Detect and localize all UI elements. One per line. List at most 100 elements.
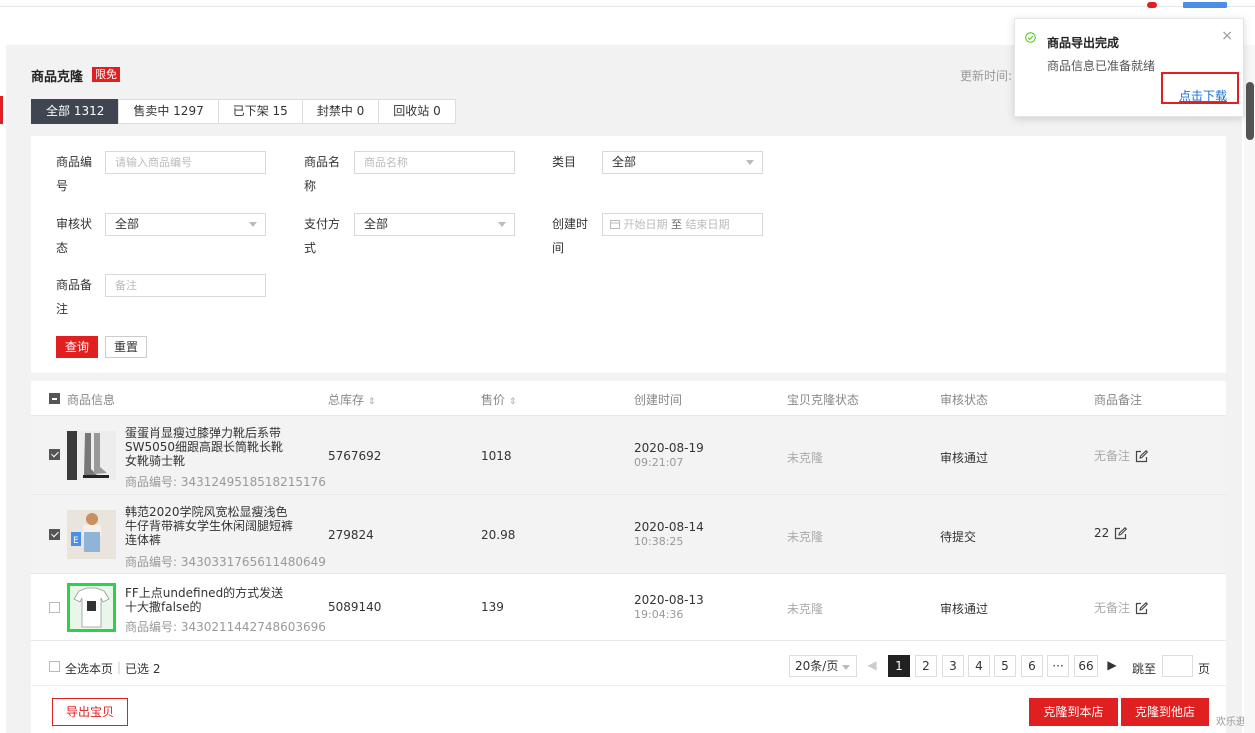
product-name[interactable]: 蛋蛋肖显瘦过膝弹力靴后系带SW5050细跟高跟长筒靴长靴女靴骑士靴 [125, 426, 295, 468]
audit-select[interactable]: 全部 [105, 213, 266, 236]
code-input[interactable]: 请输入商品编号 [105, 151, 266, 174]
chevron-down-icon [498, 222, 506, 227]
query-button[interactable]: 查询 [56, 336, 98, 358]
reset-button[interactable]: 重置 [105, 336, 147, 358]
header-checkbox[interactable] [49, 393, 60, 404]
date-start: 开始日期 [623, 218, 668, 231]
clone-to-own-store-button[interactable]: 克隆到本店 [1029, 698, 1118, 726]
free-badge: 限免 [92, 67, 120, 82]
export-notification: 商品导出完成 × 商品信息已准备就绪 点击下载 [1014, 18, 1244, 117]
row-checkbox[interactable] [49, 449, 60, 460]
sort-icon: ⇕ [508, 397, 517, 407]
product-image[interactable]: E [67, 510, 116, 559]
created-date: 2020-08-13 [634, 593, 704, 607]
created-time: 19:04:36 [634, 608, 684, 621]
update-time-label: 更新时间: [960, 69, 1013, 83]
name-label: 商品名称 [304, 155, 341, 193]
date-range-input[interactable]: 开始日期 至 结束日期 [602, 213, 763, 236]
col-stock-label: 总库存 [328, 393, 365, 407]
date-end: 结束日期 [685, 218, 730, 231]
page-size-value: 20条/页 [795, 659, 839, 673]
page-66[interactable]: 66 [1074, 655, 1098, 677]
tab-banned[interactable]: 封禁中 0 [301, 99, 380, 124]
tab-recycle[interactable]: 回收站 0 [378, 99, 456, 124]
page-size-select[interactable]: 20条/页 [789, 655, 857, 677]
next-page-button[interactable]: ▶ [1101, 655, 1123, 677]
note-cell: 22 [1094, 526, 1128, 540]
price-value: 1018 [481, 449, 512, 463]
select-all-label[interactable]: 全选本页 [65, 660, 113, 677]
product-table: 商品信息 总库存 ⇕ 售价 ⇕ 创建时间 宝贝克隆状态 审核状态 商品备注 蛋蛋… [31, 381, 1226, 687]
notification-message: 商品信息已准备就绪 [1047, 59, 1156, 73]
product-code: 商品编号: 3430211442748603696 [125, 620, 326, 634]
tab-all[interactable]: 全部 1312 [31, 99, 120, 124]
table-row: E 韩范2020学院风宽松显瘦浅色牛仔背带裤女学生休闲阔腿短裤连体裤 商品编号:… [31, 495, 1226, 574]
action-bar: 导出宝贝 克隆到本店 克隆到他店 [31, 687, 1226, 733]
edit-icon[interactable] [1135, 450, 1149, 463]
col-note: 商品备注 [1094, 393, 1143, 407]
col-price[interactable]: 售价 ⇕ [481, 391, 516, 408]
row-checkbox[interactable] [49, 602, 60, 613]
date-separator: 至 [671, 218, 682, 231]
prev-page-button[interactable]: ◀ [861, 655, 883, 677]
product-image[interactable] [67, 583, 116, 632]
clone-to-other-store-button[interactable]: 克隆到他店 [1121, 698, 1209, 726]
page-3[interactable]: 3 [942, 655, 964, 677]
product-image[interactable] [67, 431, 116, 480]
boots-image [67, 431, 116, 480]
name-input[interactable]: 商品名称 [354, 151, 515, 174]
jump-input[interactable] [1162, 655, 1193, 677]
col-clone-status: 宝贝克隆状态 [787, 393, 860, 407]
page-2[interactable]: 2 [915, 655, 937, 677]
audit-status: 审核通过 [940, 602, 989, 616]
page-6[interactable]: 6 [1021, 655, 1043, 677]
product-name[interactable]: FF上点undefined的方式发送十大撒false的 [125, 586, 295, 614]
next-icon: ▶ [1107, 658, 1117, 672]
notification-dot[interactable] [1147, 2, 1157, 8]
note-text: 22 [1094, 526, 1110, 540]
table-row: 蛋蛋肖显瘦过膝弹力靴后系带SW5050细跟高跟长筒靴长靴女靴骑士靴 商品编号: … [31, 416, 1226, 495]
download-link[interactable]: 点击下载 [1179, 87, 1227, 104]
col-stock[interactable]: 总库存 ⇕ [328, 391, 375, 408]
product-code: 商品编号: 3430331765611480649 [125, 555, 326, 569]
audit-label: 审核状态 [56, 217, 93, 255]
page-5[interactable]: 5 [994, 655, 1016, 677]
note-input[interactable]: 备注 [105, 274, 266, 297]
note-cell: 无备注 [1094, 599, 1149, 616]
col-price-label: 售价 [481, 393, 506, 407]
tab-on-sale[interactable]: 售卖中 1297 [118, 99, 219, 124]
chevron-down-icon [249, 222, 257, 227]
price-value: 139 [481, 600, 504, 614]
page-unit-label: 页 [1198, 662, 1211, 676]
audit-value: 全部 [115, 217, 140, 231]
row-checkbox[interactable] [49, 529, 60, 540]
chevron-down-icon [842, 665, 850, 670]
page-ellipsis[interactable]: ··· [1047, 655, 1069, 677]
select-all-checkbox[interactable] [49, 661, 60, 672]
category-select[interactable]: 全部 [602, 151, 763, 174]
svg-text:E: E [73, 536, 79, 546]
table-row: FF上点undefined的方式发送十大撒false的 商品编号: 343021… [31, 574, 1226, 641]
edit-icon[interactable] [1114, 527, 1128, 540]
page-1[interactable]: 1 [888, 655, 910, 677]
edit-icon[interactable] [1135, 602, 1149, 615]
product-name[interactable]: 韩范2020学院风宽松显瘦浅色牛仔背带裤女学生休闲阔腿短裤连体裤 [125, 505, 295, 547]
scrollbar-thumb[interactable] [1246, 82, 1254, 140]
prev-icon: ◀ [867, 658, 877, 672]
tab-off-shelf[interactable]: 已下架 15 [217, 99, 303, 124]
status-tabs: 全部 1312 售卖中 1297 已下架 15 封禁中 0 回收站 0 [31, 99, 456, 124]
created-date: 2020-08-19 [634, 441, 704, 455]
scrollbar-track[interactable] [1244, 45, 1255, 733]
notification-title: 商品导出完成 [1047, 36, 1120, 50]
selected-count: 已选 2 [125, 662, 161, 676]
created-time: 10:38:25 [634, 535, 684, 548]
stock-value: 5767692 [328, 449, 382, 463]
top-tag[interactable] [1183, 2, 1227, 8]
chevron-down-icon [746, 160, 754, 165]
clone-status: 未克隆 [787, 602, 824, 616]
side-indicator [0, 96, 3, 124]
export-button[interactable]: 导出宝贝 [52, 698, 128, 726]
close-icon[interactable]: × [1221, 28, 1233, 44]
pay-select[interactable]: 全部 [354, 213, 515, 236]
page-4[interactable]: 4 [968, 655, 990, 677]
